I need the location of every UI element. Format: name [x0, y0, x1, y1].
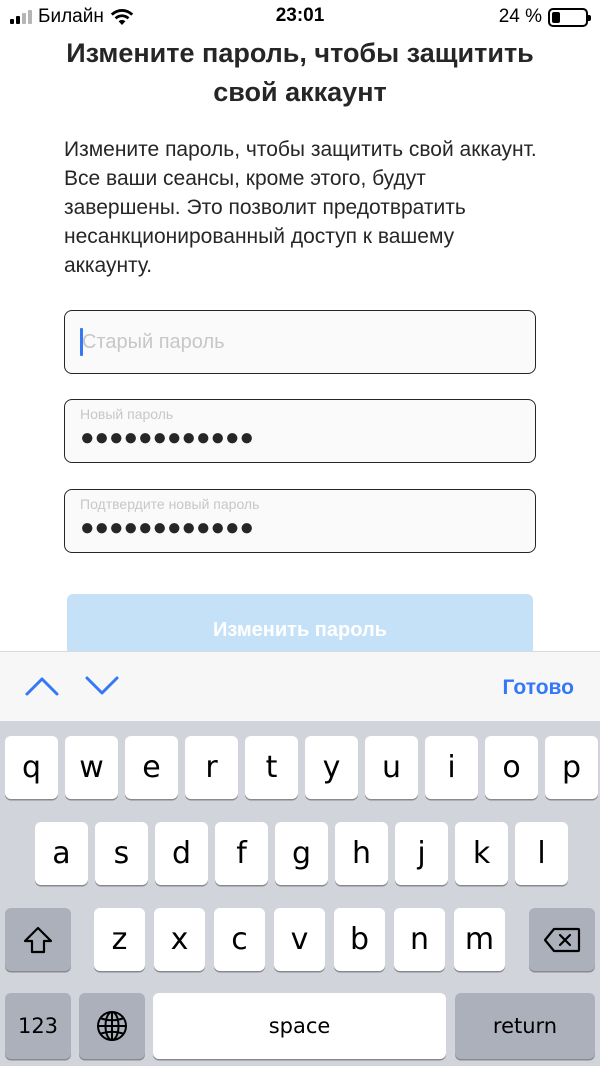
- key-m[interactable]: m: [454, 908, 505, 971]
- key-s[interactable]: s: [95, 822, 148, 885]
- key-e[interactable]: e: [125, 736, 178, 799]
- return-key[interactable]: return: [455, 993, 595, 1059]
- key-f[interactable]: f: [215, 822, 268, 885]
- key-b[interactable]: b: [334, 908, 385, 971]
- key-k[interactable]: k: [455, 822, 508, 885]
- status-right: 24 %: [498, 6, 591, 28]
- backspace-icon: [543, 927, 581, 952]
- new-password-value: ●●●●●●●●●●●●: [80, 424, 254, 451]
- new-password-field[interactable]: Новый пароль ●●●●●●●●●●●●: [64, 399, 536, 463]
- globe-key[interactable]: [79, 993, 145, 1059]
- status-bar: Билайн 23:01 24 %: [0, 0, 600, 34]
- confirm-password-label: Подтвердите новый пароль: [80, 496, 260, 512]
- key-v[interactable]: v: [274, 908, 325, 971]
- key-a[interactable]: a: [35, 822, 88, 885]
- key-u[interactable]: u: [365, 736, 418, 799]
- key-t[interactable]: t: [245, 736, 298, 799]
- key-i[interactable]: i: [425, 736, 478, 799]
- old-password-field[interactable]: Старый пароль: [64, 310, 536, 374]
- key-g[interactable]: g: [275, 822, 328, 885]
- numbers-key[interactable]: 123: [5, 993, 71, 1059]
- key-y[interactable]: y: [305, 736, 358, 799]
- text-caret: [80, 328, 83, 356]
- backspace-key[interactable]: [529, 908, 595, 971]
- key-x[interactable]: x: [154, 908, 205, 971]
- key-n[interactable]: n: [394, 908, 445, 971]
- keyboard: 123 space return qwertyuiop asdfghjkl zxcv…: [0, 721, 600, 1066]
- key-p[interactable]: p: [545, 736, 598, 799]
- battery-percent: 24 %: [498, 6, 542, 27]
- key-z[interactable]: z: [94, 908, 145, 971]
- key-o[interactable]: o: [485, 736, 538, 799]
- shift-icon: [23, 926, 53, 953]
- shift-key[interactable]: [5, 908, 71, 971]
- key-r[interactable]: r: [185, 736, 238, 799]
- key-c[interactable]: c: [214, 908, 265, 971]
- key-j[interactable]: j: [395, 822, 448, 885]
- page-description: Измените пароль, чтобы защитить свой акк…: [64, 138, 537, 277]
- keyboard-accessory-bar: Готово: [0, 651, 600, 721]
- key-q[interactable]: q: [5, 736, 58, 799]
- page-title: Измените пароль, чтобы защитить свой акк…: [66, 38, 534, 107]
- battery-icon: [548, 7, 591, 27]
- old-password-placeholder: Старый пароль: [82, 331, 225, 353]
- battery-level: [552, 11, 560, 23]
- key-h[interactable]: h: [335, 822, 388, 885]
- chevron-down-icon[interactable]: [84, 674, 120, 698]
- globe-icon: [97, 1011, 127, 1041]
- space-key[interactable]: space: [153, 993, 446, 1059]
- new-password-label: Новый пароль: [80, 406, 174, 422]
- key-w[interactable]: w: [65, 736, 118, 799]
- done-button[interactable]: Готово: [503, 676, 574, 700]
- key-l[interactable]: l: [515, 822, 568, 885]
- key-d[interactable]: d: [155, 822, 208, 885]
- confirm-password-value: ●●●●●●●●●●●●: [80, 514, 254, 541]
- chevron-up-icon[interactable]: [24, 674, 60, 698]
- confirm-password-field[interactable]: Подтвердите новый пароль ●●●●●●●●●●●●: [64, 489, 536, 553]
